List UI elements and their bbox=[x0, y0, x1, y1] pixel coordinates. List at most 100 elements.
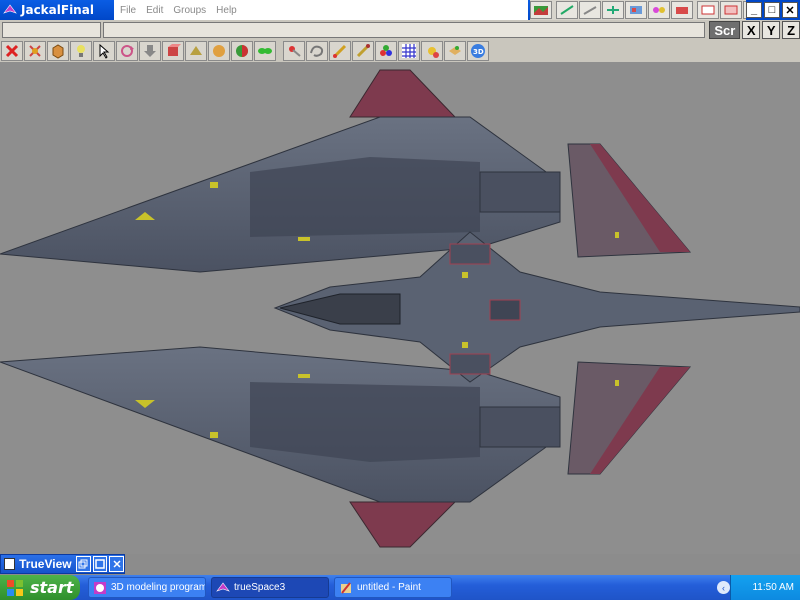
menu-groups[interactable]: Groups bbox=[173, 5, 206, 16]
trueview-restore-button[interactable] bbox=[75, 556, 91, 572]
main-toolbar: 3D bbox=[0, 40, 800, 62]
restore-icon bbox=[78, 559, 88, 569]
tool-pin[interactable] bbox=[283, 41, 305, 61]
tool-light[interactable] bbox=[70, 41, 92, 61]
tool-material[interactable] bbox=[231, 41, 253, 61]
top-tool-4[interactable] bbox=[602, 1, 624, 19]
plane-icon bbox=[607, 6, 619, 14]
task-truespace3[interactable]: trueSpace3 bbox=[211, 577, 329, 598]
top-tool-6[interactable] bbox=[648, 1, 670, 19]
task-3d-modeling[interactable]: 3D modeling program... bbox=[88, 577, 206, 598]
trueview-close-button[interactable] bbox=[109, 556, 124, 572]
svg-text:3D: 3D bbox=[473, 48, 484, 56]
tray-expand-icon[interactable]: ‹ bbox=[717, 581, 730, 594]
menu-file[interactable]: File bbox=[120, 5, 136, 16]
delete-x-icon bbox=[5, 44, 19, 58]
tool-brush[interactable] bbox=[352, 41, 374, 61]
truespace-app-icon bbox=[3, 4, 17, 14]
display-2-icon bbox=[724, 5, 738, 15]
menu-help[interactable]: Help bbox=[216, 5, 237, 16]
start-button[interactable]: start bbox=[0, 575, 80, 600]
windows-flag-icon bbox=[7, 579, 23, 596]
top-tool-7[interactable] bbox=[671, 1, 693, 19]
tool-sun[interactable] bbox=[421, 41, 443, 61]
top-tool-8[interactable] bbox=[697, 1, 719, 19]
tool-sphere[interactable] bbox=[208, 41, 230, 61]
rotate-icon bbox=[121, 45, 134, 57]
trueview-panel[interactable]: TrueView bbox=[0, 554, 125, 574]
status-field bbox=[103, 22, 706, 38]
x-axis-button[interactable]: X bbox=[742, 21, 761, 39]
grid-icon bbox=[402, 44, 416, 58]
spaceship-model bbox=[0, 69, 800, 548]
pointer-icon bbox=[99, 43, 110, 59]
tool-object-prim[interactable] bbox=[162, 41, 184, 61]
erase-icon bbox=[29, 45, 41, 57]
landscape-icon bbox=[534, 6, 548, 15]
tool-move-down[interactable] bbox=[139, 41, 161, 61]
spheres-icon bbox=[380, 45, 392, 56]
task-label: trueSpace3 bbox=[234, 582, 286, 593]
app-root: JackalFinal File Edit Groups Help ? _ □ … bbox=[0, 0, 800, 600]
close-icon bbox=[113, 560, 121, 568]
top-red-fin bbox=[349, 69, 457, 118]
top-tool-3[interactable] bbox=[579, 1, 601, 19]
menu-bar: File Edit Groups Help bbox=[114, 0, 528, 20]
window-title: JackalFinal bbox=[21, 3, 94, 17]
sphere-icon bbox=[213, 45, 225, 57]
box-icon bbox=[168, 44, 181, 56]
cube-icon bbox=[52, 44, 64, 59]
tool-undo[interactable] bbox=[1, 41, 23, 61]
maximize-button[interactable]: □ bbox=[764, 2, 780, 18]
brush-icon bbox=[356, 44, 370, 58]
system-tray: ‹ 11:50 AM bbox=[717, 575, 800, 600]
tool-grid[interactable] bbox=[398, 41, 420, 61]
browser-icon bbox=[94, 581, 106, 594]
screen-axis-button[interactable]: Scr bbox=[709, 21, 741, 39]
render-scene-icon bbox=[676, 7, 688, 14]
top-tool-9[interactable] bbox=[720, 1, 742, 19]
sun-icon bbox=[428, 47, 439, 58]
display-icon bbox=[701, 5, 715, 15]
tool-box-object[interactable] bbox=[444, 41, 466, 61]
tool-add-object[interactable] bbox=[47, 41, 69, 61]
menu-edit[interactable]: Edit bbox=[146, 5, 163, 16]
minimize-button[interactable]: _ bbox=[746, 2, 762, 18]
texture-icon bbox=[630, 6, 642, 14]
tool-deform[interactable] bbox=[185, 41, 207, 61]
tool-3d-view[interactable]: 3D bbox=[467, 41, 489, 61]
tool-paint[interactable] bbox=[329, 41, 351, 61]
top-wing-panel bbox=[250, 157, 480, 237]
render-icon bbox=[653, 7, 665, 13]
clock: 11:50 AM bbox=[752, 582, 794, 593]
lasso-icon bbox=[310, 45, 324, 57]
trueview-maximize-button[interactable] bbox=[92, 556, 108, 572]
command-bar: Scr X Y Z bbox=[0, 20, 800, 40]
window-controls: _ □ ✕ bbox=[746, 0, 800, 20]
tool-rotate[interactable] bbox=[116, 41, 138, 61]
top-tool-5[interactable] bbox=[625, 1, 647, 19]
truespace-icon bbox=[216, 582, 230, 592]
task-paint[interactable]: untitled - Paint bbox=[334, 577, 452, 598]
y-axis-button[interactable]: Y bbox=[762, 21, 781, 39]
down-arrow-icon bbox=[144, 45, 156, 57]
taskbar: start 3D modeling program... trueSpace3 … bbox=[0, 575, 800, 600]
tool-select[interactable] bbox=[93, 41, 115, 61]
start-label: start bbox=[30, 578, 74, 597]
tool-lasso[interactable] bbox=[306, 41, 328, 61]
node-icon bbox=[258, 48, 272, 54]
3d-view-icon: 3D bbox=[471, 44, 485, 58]
tool-erase[interactable] bbox=[24, 41, 46, 61]
paint-app-icon bbox=[341, 581, 351, 594]
top-tool-1[interactable] bbox=[530, 1, 552, 19]
trueview-title: TrueView bbox=[19, 557, 72, 571]
3d-viewport[interactable] bbox=[0, 62, 800, 554]
top-tool-2[interactable] bbox=[556, 1, 578, 19]
tool-spheres[interactable] bbox=[375, 41, 397, 61]
tool-node[interactable] bbox=[254, 41, 276, 61]
wand-icon bbox=[560, 5, 574, 15]
object-name-field[interactable] bbox=[2, 22, 102, 38]
task-label: 3D modeling program... bbox=[111, 582, 206, 593]
z-axis-button[interactable]: Z bbox=[782, 21, 800, 39]
close-button[interactable]: ✕ bbox=[782, 2, 798, 18]
